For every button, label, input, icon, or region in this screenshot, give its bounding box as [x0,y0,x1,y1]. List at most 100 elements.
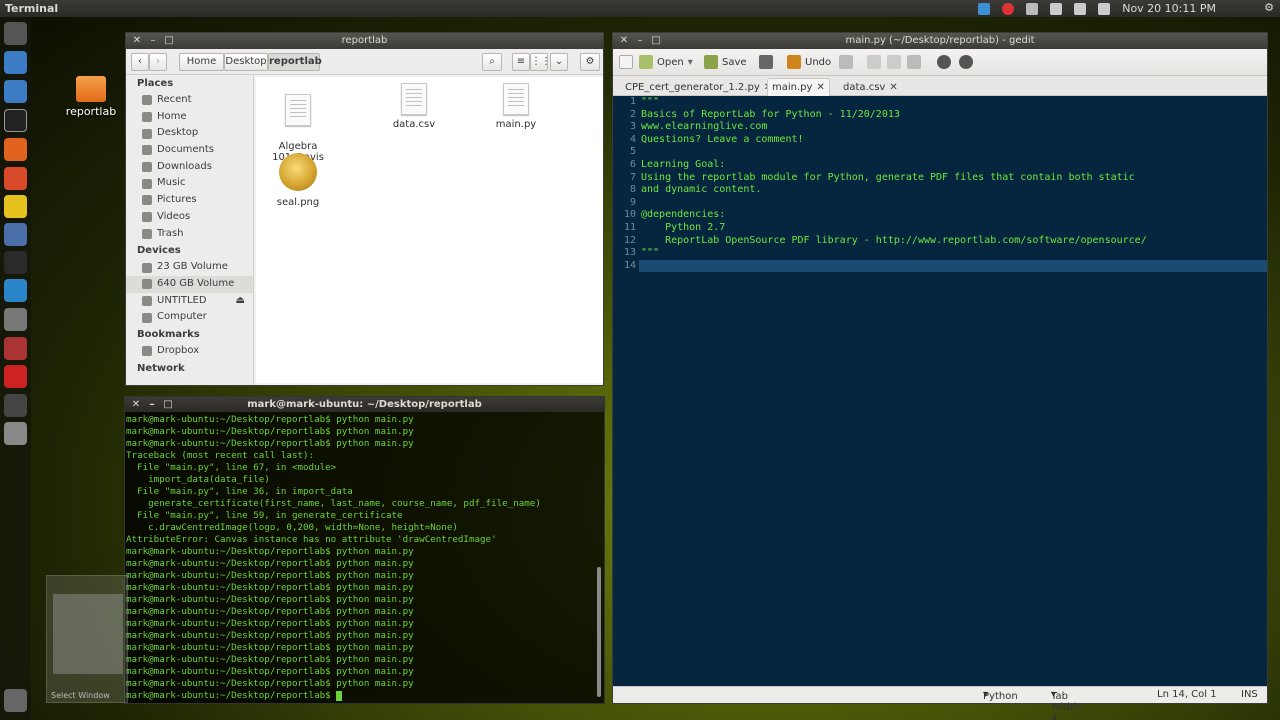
code-line[interactable]: @dependencies: [641,209,1265,222]
minimize-icon[interactable]: – [146,33,160,49]
close-tab-icon[interactable]: ✕ [889,79,897,96]
file-main-py[interactable]: main.py [476,83,556,130]
code-line[interactable]: """ [641,96,1265,109]
calendar-icon[interactable] [4,337,27,360]
open-button[interactable]: Open ▾ [639,55,693,69]
close-icon[interactable]: ✕ [617,33,631,49]
skype-icon[interactable] [4,279,27,302]
code-line[interactable] [641,197,1265,210]
removable-drive-icon[interactable] [4,422,27,445]
undo-button[interactable]: Undo [787,55,831,69]
code-line[interactable]: Python 2.7 [641,222,1265,235]
app-icon[interactable] [4,223,27,246]
path-home-button[interactable]: Home [179,53,224,71]
dash-home-icon[interactable] [4,22,27,45]
sidebar-item-computer[interactable]: Computer [126,309,253,326]
list-view-icon[interactable]: ≡ [512,53,530,71]
software-center-icon[interactable] [4,138,27,161]
minimize-icon[interactable]: – [145,397,159,412]
network-icon[interactable] [1050,2,1062,15]
record-icon[interactable] [1002,2,1014,15]
code-line[interactable]: Learning Goal: [641,159,1265,172]
mail-icon[interactable] [1074,2,1086,15]
terminal-prompt-line[interactable]: mark@mark-ubuntu:~/Desktop/reportlab$ [126,690,596,702]
terminal-scrollbar[interactable] [597,567,601,697]
code-editor[interactable]: 1 2 3 4 5 6 7 8 9 10 11 12 13 14 """ Basics of ReportL… [613,96,1267,688]
eject-icon[interactable]: ⏏ [236,293,245,310]
view-options-chevron-down-icon[interactable]: ⌄ [550,53,568,71]
sidebar-item-documents[interactable]: Documents [126,142,253,159]
paste-button[interactable] [907,55,921,69]
code-line[interactable]: and dynamic content. [641,184,1265,197]
path-reportlab-button[interactable]: reportlab [268,53,322,71]
terminal-output[interactable]: mark@mark-ubuntu:~/Desktop/reportlab$ py… [126,414,596,702]
file-data-csv[interactable]: data.csv [374,83,454,130]
tab-data-csv[interactable]: data.csv ✕ [839,78,902,96]
minimize-icon[interactable]: – [633,33,647,49]
sidebar-item-640gb-volume[interactable]: 640 GB Volume [126,275,253,293]
dropbox-icon[interactable] [978,2,990,15]
gear-icon[interactable]: ⚙ [580,53,600,71]
pidgin-icon[interactable] [4,195,27,218]
code-text[interactable]: """ Basics of ReportLab for Python - 11/2… [641,96,1265,272]
maximize-icon[interactable]: □ [162,33,176,49]
clock[interactable]: Nov 20 10:11 PM [1122,2,1216,15]
code-line[interactable] [641,260,1265,273]
tab-cpe-cert-generator[interactable]: CPE_cert_generator_1.2.py✕ [621,78,776,96]
new-document-button[interactable] [619,55,633,69]
code-line[interactable]: Questions? Leave a comment! [641,134,1265,147]
camera-icon[interactable] [4,251,27,274]
grid-view-icon[interactable]: ⋮⋮ [530,53,551,71]
workspace-switcher-icon[interactable] [4,394,27,417]
close-tab-icon[interactable]: ✕ [816,79,824,96]
sidebar-item-recent[interactable]: Recent [126,92,253,109]
sidebar-item-home[interactable]: Home [126,109,253,126]
language-selector[interactable]: Python ▾ [983,689,1018,702]
print-button[interactable] [759,55,773,69]
sidebar-item-pictures[interactable]: Pictures [126,192,253,209]
code-line[interactable]: Basics of ReportLab for Python - 11/20/2… [641,109,1265,122]
sidebar-item-desktop[interactable]: Desktop [126,125,253,142]
code-line[interactable]: Using the reportlab module for Python, g… [641,172,1265,185]
terminal-window[interactable]: ✕ – □ mark@mark-ubuntu: ~/Desktop/report… [124,396,605,704]
find-button[interactable] [937,55,951,69]
text-editor-icon[interactable] [4,308,27,331]
back-button[interactable]: ‹ [131,53,149,71]
find-replace-button[interactable] [959,55,973,69]
sidebar-item-downloads[interactable]: Downloads [126,159,253,176]
search-icon[interactable]: ⌕ [482,53,502,71]
maximize-icon[interactable]: □ [649,33,663,49]
close-icon[interactable]: ✕ [130,33,144,49]
tab-main-py[interactable]: main.py ✕ [767,78,830,96]
system-settings-icon[interactable] [4,167,27,190]
session-gear-icon[interactable]: ⚙ [1264,1,1274,14]
code-line[interactable]: """ [641,247,1265,260]
maximize-icon[interactable]: □ [161,397,175,412]
code-line[interactable]: www.elearninglive.com [641,121,1265,134]
files-icon[interactable] [4,51,27,74]
redo-button[interactable] [839,55,853,69]
chromium-icon[interactable] [4,80,27,103]
file-seal-png[interactable]: seal.png [258,153,338,208]
sidebar-item-music[interactable]: Music [126,175,253,192]
path-desktop-button[interactable]: Desktop [224,53,268,71]
close-icon[interactable]: ✕ [129,397,143,412]
sidebar-item-dropbox[interactable]: Dropbox [126,343,253,360]
sidebar-item-trash[interactable]: Trash [126,226,253,243]
desktop-folder-reportlab[interactable]: reportlab [64,76,118,118]
volume-icon[interactable] [1098,2,1110,15]
copy-button[interactable] [887,55,901,69]
code-line[interactable]: ReportLab OpenSource PDF library - http:… [641,235,1265,248]
sidebar-item-23gb-volume[interactable]: 23 GB Volume [126,259,253,276]
code-line[interactable] [641,146,1265,159]
window-preview[interactable]: Select Window [46,575,128,703]
sidebar-item-videos[interactable]: Videos [126,209,253,226]
cut-button[interactable] [867,55,881,69]
app-red-icon[interactable] [4,365,27,388]
tab-width-selector[interactable]: Tab Width: 4 ▾ [1051,689,1083,720]
save-button[interactable]: Save [704,55,747,69]
terminal-icon[interactable] [4,109,27,132]
settings-icon[interactable] [1026,2,1038,15]
sidebar-item-untitled[interactable]: UNTITLED ⏏ [126,293,253,310]
trash-icon[interactable] [4,689,27,712]
